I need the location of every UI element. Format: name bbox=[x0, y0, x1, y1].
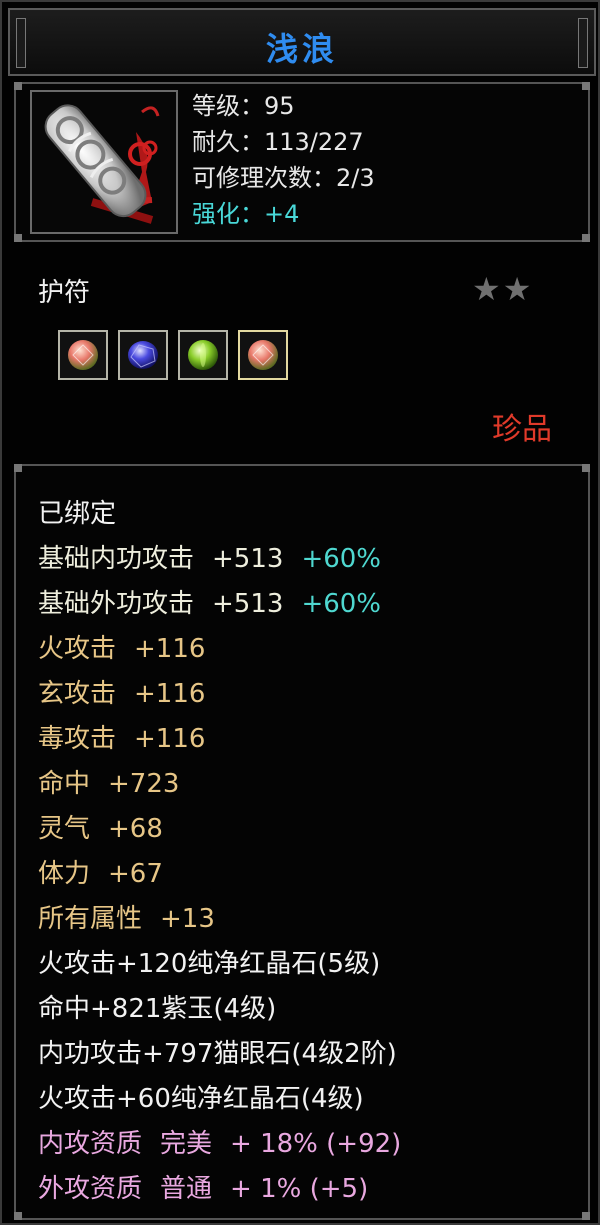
amulet-icon bbox=[44, 104, 160, 224]
durability-text: 耐久：113/227 bbox=[192, 128, 364, 156]
quality-label: 内攻资质 bbox=[38, 1129, 143, 1159]
gem-slot-2[interactable] bbox=[118, 330, 168, 380]
attr-label: 灵气 bbox=[38, 814, 91, 844]
title-bar: 浅浪 bbox=[8, 8, 596, 76]
attr-row-spirit: 灵气 +68 bbox=[38, 807, 401, 852]
attr-label: 火攻击 bbox=[38, 634, 117, 664]
attr-value: +513 bbox=[212, 589, 284, 619]
attr-row-base-internal: 基础内功攻击 +513 +60% bbox=[38, 537, 401, 582]
gem-slot-1[interactable] bbox=[58, 330, 108, 380]
quality-value: + 18% (+92) bbox=[230, 1129, 402, 1159]
gem-slot-4[interactable] bbox=[238, 330, 288, 380]
level-text: 等级：95 bbox=[192, 92, 295, 120]
quality-value: + 1% (+5) bbox=[230, 1174, 369, 1204]
attr-row-all: 所有属性 +13 bbox=[38, 897, 401, 942]
attr-value: +116 bbox=[134, 634, 206, 664]
item-icon-frame[interactable] bbox=[30, 90, 178, 234]
repair-count-text: 可修理次数：2/3 bbox=[192, 164, 375, 192]
attr-label: 命中 bbox=[38, 769, 91, 799]
quality-label: 外攻资质 bbox=[38, 1174, 143, 1204]
gem-bonus-row-1: 火攻击+120纯净红晶石(5级) bbox=[38, 949, 381, 979]
item-type: 护符 bbox=[38, 278, 91, 308]
quality-row-external: 外攻资质 普通 + 1% (+5) bbox=[38, 1167, 401, 1212]
attr-value: +13 bbox=[160, 904, 215, 934]
panel-corner bbox=[582, 464, 590, 472]
attr-label: 基础内功攻击 bbox=[38, 544, 195, 574]
attr-value: +116 bbox=[134, 679, 206, 709]
star-rating-icon: ★★ bbox=[472, 270, 534, 308]
attr-row-base-external: 基础外功攻击 +513 +60% bbox=[38, 582, 401, 627]
attr-row-stamina: 体力 +67 bbox=[38, 852, 401, 897]
purple-jade-gem-icon bbox=[128, 341, 158, 369]
rarity-label: 珍品 bbox=[492, 412, 552, 447]
panel-corner bbox=[14, 82, 22, 90]
panel-corner bbox=[582, 1212, 590, 1220]
attr-label: 所有属性 bbox=[38, 904, 143, 934]
attr-label: 毒攻击 bbox=[38, 724, 117, 754]
item-tooltip: 浅浪 等级：95 耐久：113/227 可修理次数：2/3 强化：+4 护符 ★… bbox=[0, 0, 600, 1225]
gem-slot-3[interactable] bbox=[178, 330, 228, 380]
attr-row-fire: 火攻击 +116 bbox=[38, 627, 401, 672]
panel-corner bbox=[582, 234, 590, 242]
item-name: 浅浪 bbox=[265, 30, 338, 68]
panel-corner bbox=[582, 82, 590, 90]
bound-status: 已绑定 bbox=[38, 499, 117, 529]
panel-corner bbox=[14, 464, 22, 472]
gem-bonus-row-4: 火攻击+60纯净红晶石(4级) bbox=[38, 1084, 364, 1114]
quality-row-internal: 内攻资质 完美 + 18% (+92) bbox=[38, 1122, 401, 1167]
attr-value: +513 bbox=[212, 544, 284, 574]
gem-bonus-row-3: 内功攻击+797猫眼石(4级2阶) bbox=[38, 1039, 397, 1069]
attr-row-xuan: 玄攻击 +116 bbox=[38, 672, 401, 717]
attr-value: +116 bbox=[134, 724, 206, 754]
attr-label: 玄攻击 bbox=[38, 679, 117, 709]
attribute-list: 已绑定 基础内功攻击 +513 +60% 基础外功攻击 +513 +60% 火攻击 +11… bbox=[38, 492, 401, 1212]
attr-bonus: +60% bbox=[301, 589, 382, 619]
gem-slots bbox=[58, 330, 288, 380]
gem-bonus-row-2: 命中+821紫玉(4级) bbox=[38, 994, 277, 1024]
panel-corner bbox=[14, 234, 22, 242]
red-crystal-gem-icon bbox=[68, 340, 98, 370]
attr-value: +723 bbox=[108, 769, 180, 799]
attr-label: 基础外功攻击 bbox=[38, 589, 195, 619]
item-basic-stats: 等级：95 耐久：113/227 可修理次数：2/3 强化：+4 bbox=[192, 88, 375, 232]
attr-row-hit: 命中 +723 bbox=[38, 762, 401, 807]
attr-value: +68 bbox=[108, 814, 163, 844]
panel-corner bbox=[14, 1212, 22, 1220]
attr-value: +67 bbox=[108, 859, 163, 889]
quality-grade: 完美 bbox=[160, 1129, 213, 1159]
quality-grade: 普通 bbox=[160, 1174, 213, 1204]
attr-bonus: +60% bbox=[301, 544, 382, 574]
attr-label: 体力 bbox=[38, 859, 91, 889]
red-crystal-gem-icon bbox=[248, 340, 278, 370]
cat-eye-gem-icon bbox=[188, 340, 218, 370]
enhance-text: 强化：+4 bbox=[192, 200, 300, 228]
item-header-panel: 等级：95 耐久：113/227 可修理次数：2/3 强化：+4 bbox=[14, 82, 590, 242]
attributes-panel: 已绑定 基础内功攻击 +513 +60% 基础外功攻击 +513 +60% 火攻击 +11… bbox=[14, 464, 590, 1220]
attr-row-poison: 毒攻击 +116 bbox=[38, 717, 401, 762]
